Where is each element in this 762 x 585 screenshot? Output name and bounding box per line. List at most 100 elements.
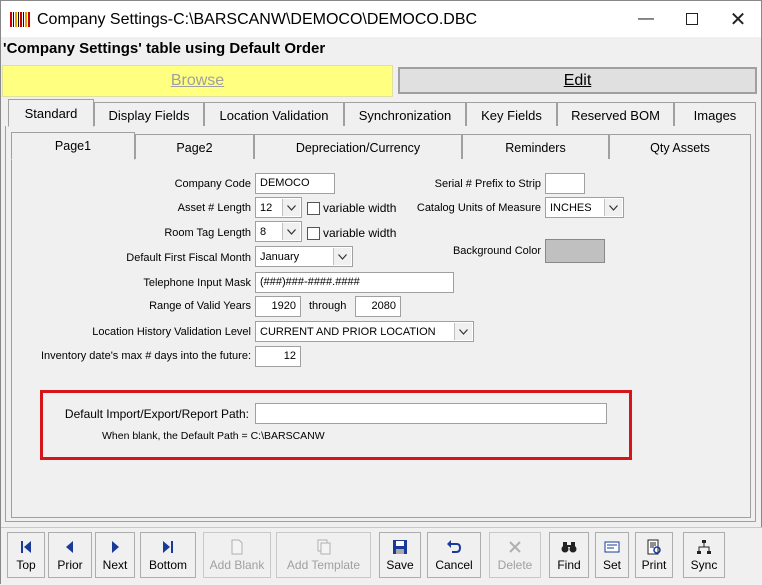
subtab-page1[interactable]: Page1 [11, 132, 135, 160]
prior-label: Prior [57, 558, 83, 572]
top-label: Top [16, 558, 36, 572]
prior-button[interactable]: Prior [48, 532, 92, 578]
bottom-button[interactable]: Bottom [140, 532, 196, 578]
tab-location-validation[interactable]: Location Validation [204, 102, 344, 127]
chevron-down-icon [282, 223, 300, 240]
app-window: Company Settings-C:\BARSCANW\DEMOCO\DEMO… [0, 0, 762, 585]
set-label: Set [602, 558, 621, 572]
print-button[interactable]: Print [635, 532, 673, 578]
minimize-icon: — [638, 10, 654, 27]
default-path-note-text: When blank, the Default Path = [102, 430, 251, 442]
sync-button[interactable]: Sync [683, 532, 725, 578]
asset-variable-width-checkbox[interactable] [307, 202, 320, 215]
close-icon: ✕ [729, 8, 747, 31]
asset-length-select[interactable]: 12 [255, 197, 302, 218]
through-label: through [309, 300, 347, 312]
delete-label: Delete [497, 558, 533, 572]
bottom-label: Bottom [148, 558, 187, 572]
binoculars-icon [561, 542, 577, 553]
inventory-days-field[interactable]: 12 [255, 346, 301, 367]
catalog-units-select[interactable]: INCHES [545, 197, 624, 218]
location-history-select[interactable]: CURRENT AND PRIOR LOCATION [255, 321, 474, 342]
tab-key-fields[interactable]: Key Fields [466, 102, 557, 127]
cancel-button[interactable]: Cancel [427, 532, 481, 578]
phone-mask-label: Telephone Input Mask [143, 277, 251, 289]
print-label: Print [641, 558, 667, 572]
browse-mode-button[interactable]: Browse [2, 65, 393, 97]
room-tag-length-label: Room Tag Length [164, 227, 251, 239]
chevron-down-icon [454, 323, 472, 340]
undo-arrow-icon [447, 540, 462, 553]
subtab-reminders[interactable]: Reminders [462, 134, 609, 160]
phone-mask-field[interactable]: (###)###-####.#### [255, 272, 454, 293]
tab-standard[interactable]: Standard [8, 99, 94, 127]
find-label: Find [557, 558, 581, 572]
set-button[interactable]: Set [595, 532, 629, 578]
subtab-depreciation-currency[interactable]: Depreciation/Currency [254, 134, 462, 160]
delete-button[interactable]: Delete [489, 532, 541, 578]
fiscal-month-label: Default First Fiscal Month [126, 252, 251, 264]
delete-x-icon [509, 541, 521, 553]
default-path-note: When blank, the Default Path = C:\BARSCA… [102, 430, 325, 442]
background-color-label: Background Color [452, 245, 541, 257]
valid-year-from-field[interactable]: 1920 [255, 296, 301, 317]
maximize-icon [686, 13, 698, 25]
room-variable-width-checkbox[interactable] [307, 227, 320, 240]
close-button[interactable]: ✕ [715, 1, 761, 37]
default-path-value: C:\BARSCANW [250, 430, 325, 442]
new-document-icon [231, 539, 243, 555]
chevron-down-icon [604, 199, 622, 216]
add-template-label: Add Template [286, 558, 361, 572]
valid-years-label: Range of Valid Years [149, 300, 251, 312]
sync-label: Sync [690, 558, 718, 572]
add-blank-button[interactable]: Add Blank [203, 532, 271, 578]
chevron-down-icon [282, 199, 300, 216]
location-history-label: Location History Validation Level [92, 326, 251, 338]
filter-set-icon [604, 541, 620, 553]
inventory-days-label: Inventory date's max # days into the fut… [41, 350, 251, 362]
subtab-qty-assets[interactable]: Qty Assets [609, 134, 751, 160]
fiscal-month-value: January [260, 251, 300, 263]
company-code-field[interactable]: DEMOCO [255, 173, 335, 194]
tab-images[interactable]: Images [674, 102, 756, 127]
window-title: Company Settings-C:\BARSCANW\DEMOCO\DEMO… [37, 11, 478, 28]
previous-record-icon [66, 541, 73, 553]
last-record-icon [163, 541, 173, 553]
copy-document-icon [317, 539, 330, 555]
next-button[interactable]: Next [95, 532, 135, 578]
default-path-field[interactable] [255, 403, 607, 424]
location-history-value: CURRENT AND PRIOR LOCATION [260, 326, 436, 338]
edit-mode-button[interactable]: Edit [398, 67, 757, 94]
room-tag-length-select[interactable]: 8 [255, 221, 302, 242]
save-disk-icon [393, 540, 407, 554]
room-variable-width-label: variable width [323, 226, 397, 240]
fiscal-month-select[interactable]: January [255, 246, 353, 267]
save-label: Save [386, 558, 414, 572]
first-record-icon [21, 541, 31, 553]
next-label: Next [102, 558, 128, 572]
asset-length-value: 12 [260, 202, 273, 214]
background-color-swatch[interactable] [545, 239, 605, 263]
catalog-units-label: Catalog Units of Measure [416, 202, 541, 214]
network-sync-icon [697, 540, 711, 554]
serial-prefix-field[interactable] [545, 173, 585, 194]
asset-length-label: Asset # Length [177, 202, 251, 214]
maximize-button[interactable] [669, 1, 715, 37]
tab-reserved-bom[interactable]: Reserved BOM [557, 102, 674, 127]
add-template-button[interactable]: Add Template [276, 532, 371, 578]
catalog-units-value: INCHES [550, 202, 592, 214]
add-blank-label: Add Blank [209, 558, 265, 572]
find-button[interactable]: Find [549, 532, 589, 578]
top-button[interactable]: Top [7, 532, 45, 578]
highlight-box [40, 390, 632, 460]
tab-synchronization[interactable]: Synchronization [344, 102, 466, 127]
valid-year-to-field[interactable]: 2080 [355, 296, 401, 317]
save-button[interactable]: Save [379, 532, 421, 578]
next-record-icon [112, 541, 119, 553]
subtab-page2[interactable]: Page2 [135, 134, 254, 160]
minimize-button[interactable]: — [623, 1, 669, 37]
chevron-down-icon [333, 248, 351, 265]
tab-display-fields[interactable]: Display Fields [94, 102, 204, 127]
room-tag-length-value: 8 [260, 226, 267, 238]
company-code-label: Company Code [174, 178, 251, 190]
